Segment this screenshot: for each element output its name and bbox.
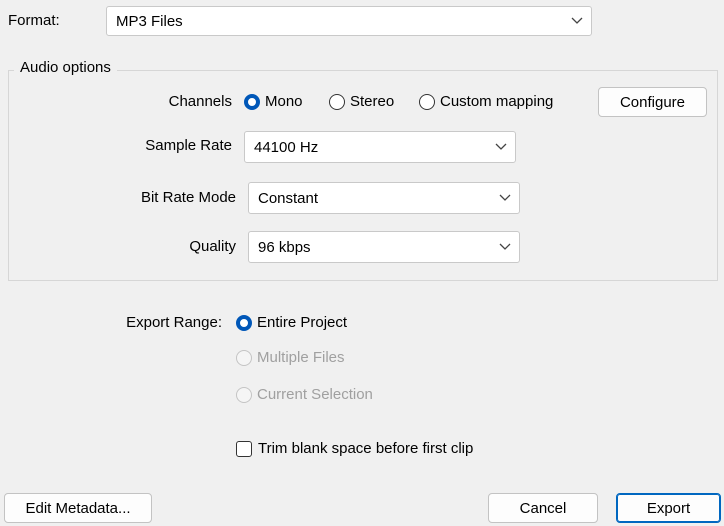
format-label: Format: (8, 12, 60, 29)
export-range-radio-multiple-files[interactable]: Multiple Files (236, 349, 345, 366)
channel-radio-mono[interactable]: Mono (244, 93, 303, 110)
channel-radio-custom-mapping[interactable]: Custom mapping (419, 93, 553, 110)
cancel-button[interactable]: Cancel (488, 493, 598, 523)
sample-rate-select-value: 44100 Hz (254, 138, 319, 156)
radio-selected-icon (244, 93, 260, 110)
quality-select-value: 96 kbps (258, 238, 311, 256)
radio-selected-icon (236, 314, 252, 331)
export-range-radio-label: Current Selection (257, 386, 373, 403)
checkbox-unchecked-icon (236, 440, 252, 457)
radio-unselected-icon (236, 386, 252, 403)
chevron-down-icon (491, 183, 519, 213)
export-range-radio-label: Multiple Files (257, 349, 345, 366)
radio-unselected-icon (329, 93, 345, 110)
edit-metadata-button[interactable]: Edit Metadata... (4, 493, 152, 523)
configure-button[interactable]: Configure (598, 87, 707, 117)
trim-checkbox-label: Trim blank space before first clip (258, 440, 474, 457)
export-button[interactable]: Export (616, 493, 721, 523)
channel-radio-stereo[interactable]: Stereo (329, 93, 394, 110)
bit-rate-mode-select[interactable]: Constant (248, 182, 520, 214)
chevron-down-icon (491, 232, 519, 262)
bit-rate-mode-select-value: Constant (258, 189, 319, 207)
bit-rate-mode-label: Bit Rate Mode (140, 189, 236, 206)
radio-unselected-icon (419, 93, 435, 110)
format-select-value: MP3 Files (116, 12, 183, 30)
audio-options-legend: Audio options (14, 59, 117, 76)
sample-rate-label: Sample Rate (145, 137, 232, 154)
chevron-down-icon (563, 7, 591, 35)
export-range-radio-current-selection[interactable]: Current Selection (236, 386, 373, 403)
chevron-down-icon (487, 132, 515, 162)
sample-rate-select[interactable]: 44100 Hz (244, 131, 516, 163)
export-range-radio-label: Entire Project (257, 314, 348, 331)
quality-select[interactable]: 96 kbps (248, 231, 520, 263)
channel-radio-label: Mono (265, 93, 303, 110)
trim-blank-space-checkbox[interactable]: Trim blank space before first clip (236, 440, 473, 457)
channel-radio-label: Custom mapping (440, 93, 554, 110)
quality-label: Quality (189, 238, 236, 255)
export-range-label: Export Range: (126, 314, 222, 331)
radio-unselected-icon (236, 349, 252, 366)
channels-label: Channels (168, 93, 232, 110)
export-range-radio-entire-project[interactable]: Entire Project (236, 314, 347, 331)
format-select[interactable]: MP3 Files (106, 6, 592, 36)
channel-radio-label: Stereo (350, 93, 395, 110)
